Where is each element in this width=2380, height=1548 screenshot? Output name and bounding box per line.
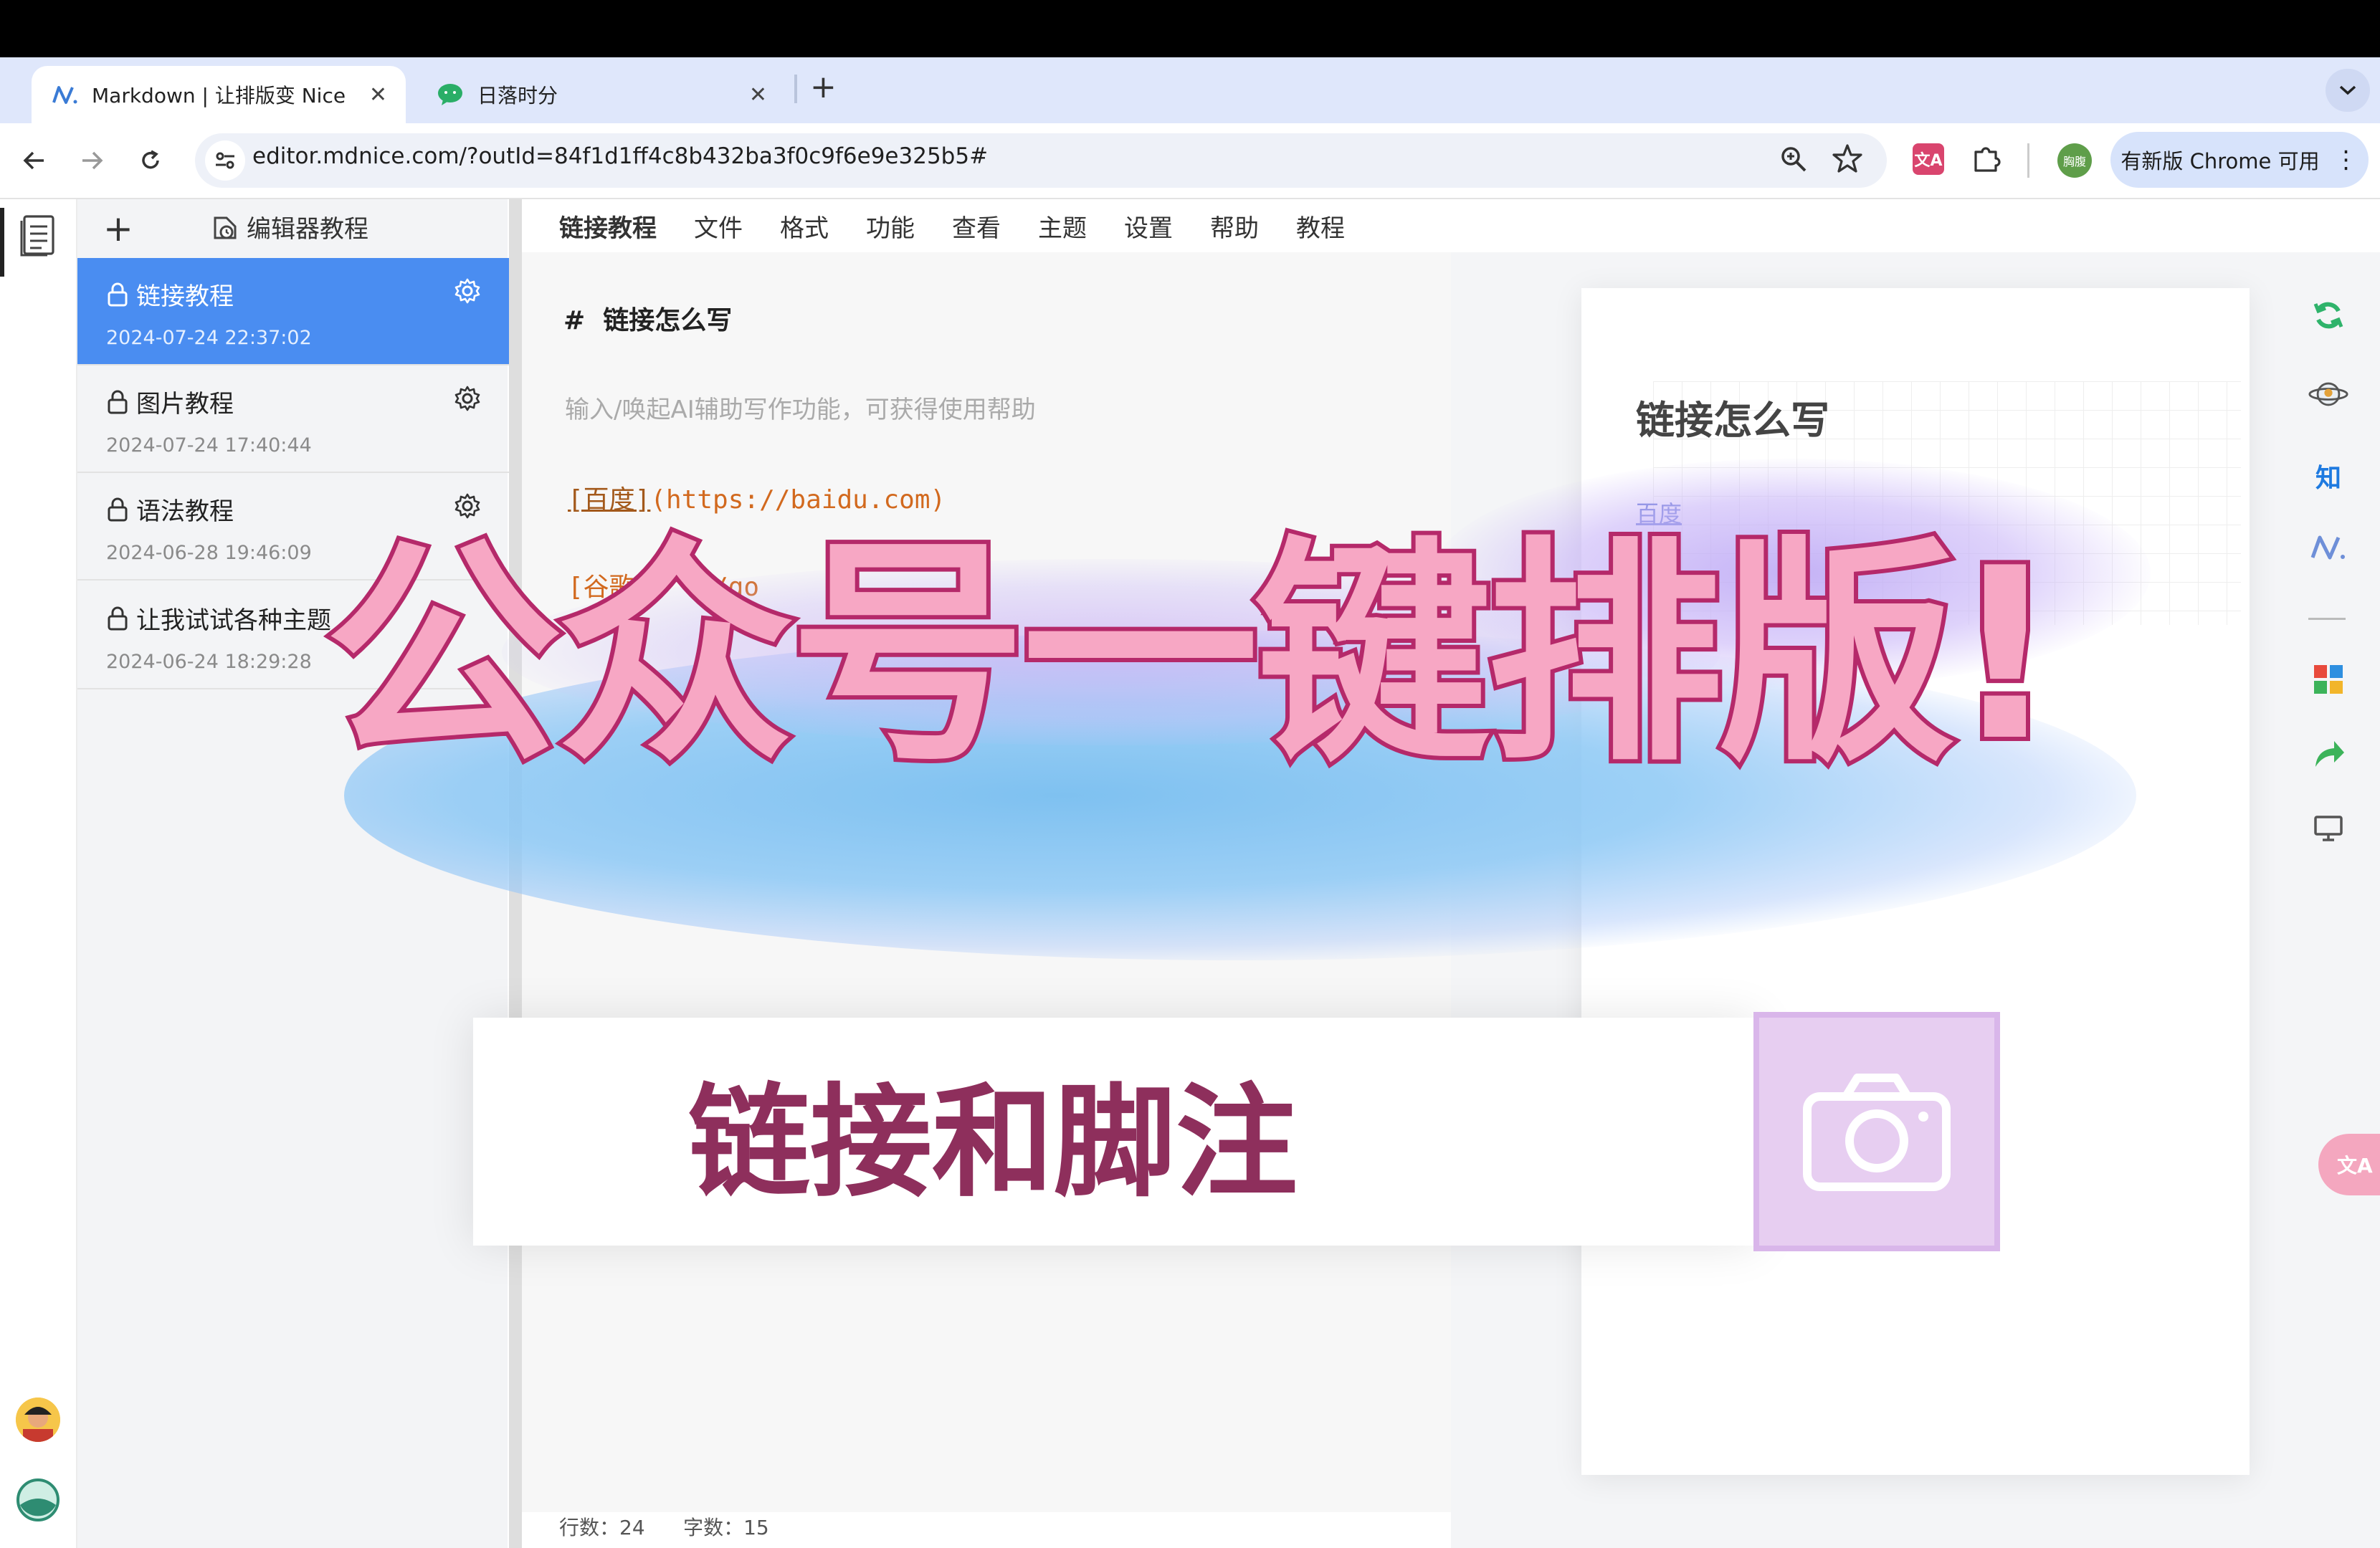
- file-name: 语法教程: [106, 492, 234, 527]
- bookmark-star-icon[interactable]: [1831, 142, 1867, 178]
- char-count: 15: [743, 1516, 769, 1539]
- reload-button[interactable]: [130, 140, 171, 181]
- menu-function[interactable]: 功能: [866, 209, 915, 244]
- gear-icon[interactable]: [453, 277, 482, 305]
- chrome-update-button[interactable]: 有新版 Chrome 可用 ⋮: [2110, 132, 2369, 188]
- apps-grid-icon[interactable]: [2308, 659, 2348, 699]
- new-tab-button[interactable]: +: [810, 69, 837, 105]
- tab-label: 日落时分: [477, 84, 558, 108]
- editor-placeholder: 输入/唤起AI辅助写作功能，可获得使用帮助: [565, 396, 1036, 424]
- folder-title: 编辑器教程: [247, 215, 368, 244]
- arrow-right-icon: [82, 151, 103, 170]
- file-date: 2024-07-24 22:37:02: [106, 327, 312, 349]
- file-date: 2024-06-24 18:29:28: [106, 651, 312, 673]
- wechat-icon: [436, 80, 465, 109]
- menu-article-title[interactable]: 链接教程: [559, 209, 657, 244]
- file-name: 图片教程: [106, 384, 234, 419]
- zhihu-icon[interactable]: 知: [2308, 456, 2348, 496]
- lock-icon: [108, 606, 128, 630]
- overlay-subtitle: 链接和脚注: [473, 1018, 1756, 1246]
- file-name: 链接教程: [106, 277, 234, 312]
- monitor-icon[interactable]: [2308, 808, 2348, 849]
- theme-toggle-icon[interactable]: [16, 1478, 60, 1522]
- tab-markdown[interactable]: Markdown | 让排版变 Nice ✕: [32, 66, 406, 123]
- menu-view[interactable]: 查看: [952, 209, 1001, 244]
- overlay-title: 公众号一键排版!: [321, 513, 2064, 797]
- share-arrow-icon[interactable]: [2308, 734, 2348, 774]
- more-menu-icon[interactable]: ⋮: [2334, 145, 2358, 174]
- menu-theme[interactable]: 主题: [1038, 209, 1087, 244]
- file-item-link-tutorial[interactable]: 链接教程 2024-07-24 22:37:02: [77, 258, 509, 366]
- left-icon-bar: [0, 199, 77, 1548]
- lock-icon: [108, 282, 128, 306]
- planet-icon[interactable]: [2308, 374, 2348, 414]
- extensions-puzzle-icon[interactable]: [1970, 142, 2006, 178]
- menu-file[interactable]: 文件: [694, 209, 743, 244]
- back-button[interactable]: [14, 140, 54, 181]
- status-bar: 行数：24 字数：15: [559, 1516, 769, 1539]
- tab-sunset[interactable]: 日落时分 ✕: [417, 66, 786, 123]
- tab-label: Markdown | 让排版变 Nice: [92, 84, 346, 108]
- forward-button[interactable]: [72, 140, 112, 181]
- url-text[interactable]: editor.mdnice.com/?outId=84f1d1ff4c8b432…: [252, 143, 988, 169]
- active-indicator: [0, 208, 4, 277]
- mdnice-icon[interactable]: [2308, 527, 2348, 568]
- folder-selector[interactable]: 编辑器教程: [211, 209, 368, 244]
- menu-bar: 链接教程 文件 格式 功能 查看 主题 设置 帮助 教程: [522, 199, 2380, 252]
- menu-help[interactable]: 帮助: [1210, 209, 1259, 244]
- add-file-button[interactable]: +: [103, 208, 133, 249]
- gear-icon[interactable]: [453, 384, 482, 413]
- arrow-left-icon: [23, 151, 44, 170]
- top-black-bar: [0, 0, 2380, 57]
- tab-close-icon[interactable]: ✕: [749, 82, 767, 108]
- toolbar-separator: [2027, 143, 2029, 178]
- folder-edit-icon: [214, 216, 237, 239]
- chevron-down-icon: [2339, 85, 2356, 95]
- mdnice-logo-icon: [50, 80, 79, 109]
- refresh-green-icon[interactable]: [2308, 295, 2348, 335]
- lock-icon: [108, 497, 128, 521]
- toolbar-divider: [2308, 618, 2346, 620]
- line-count: 24: [619, 1516, 645, 1539]
- floating-translate-button[interactable]: 文A: [2318, 1134, 2380, 1195]
- file-name: 让我试试各种主题: [106, 601, 331, 636]
- file-item-image-tutorial[interactable]: 图片教程 2024-07-24 17:40:44: [77, 366, 509, 473]
- tab-close-icon[interactable]: ✕: [369, 82, 387, 108]
- tab-search-button[interactable]: [2326, 69, 2370, 112]
- translate-extension-icon[interactable]: 文A: [1913, 143, 1944, 175]
- document-list-icon[interactable]: [19, 214, 59, 258]
- user-avatar[interactable]: [16, 1398, 60, 1442]
- file-date: 2024-06-28 19:46:09: [106, 542, 312, 564]
- menu-format[interactable]: 格式: [780, 209, 829, 244]
- file-date: 2024-07-24 17:40:44: [106, 434, 312, 457]
- reload-icon: [142, 150, 159, 169]
- zoom-icon[interactable]: [1778, 143, 1812, 178]
- preview-title: 链接怎么写: [1636, 398, 1829, 443]
- camera-icon: [1753, 1012, 2000, 1251]
- update-label: 有新版 Chrome 可用: [2120, 149, 2320, 173]
- menu-tutorial[interactable]: 教程: [1296, 209, 1345, 244]
- tab-separator: [794, 75, 797, 103]
- tune-icon: [216, 152, 234, 169]
- site-info-button[interactable]: [205, 140, 245, 181]
- menu-settings[interactable]: 设置: [1124, 209, 1173, 244]
- lock-icon: [108, 390, 128, 414]
- profile-avatar[interactable]: 胸腹: [2057, 143, 2092, 178]
- editor-heading[interactable]: # 链接怎么写: [563, 300, 732, 337]
